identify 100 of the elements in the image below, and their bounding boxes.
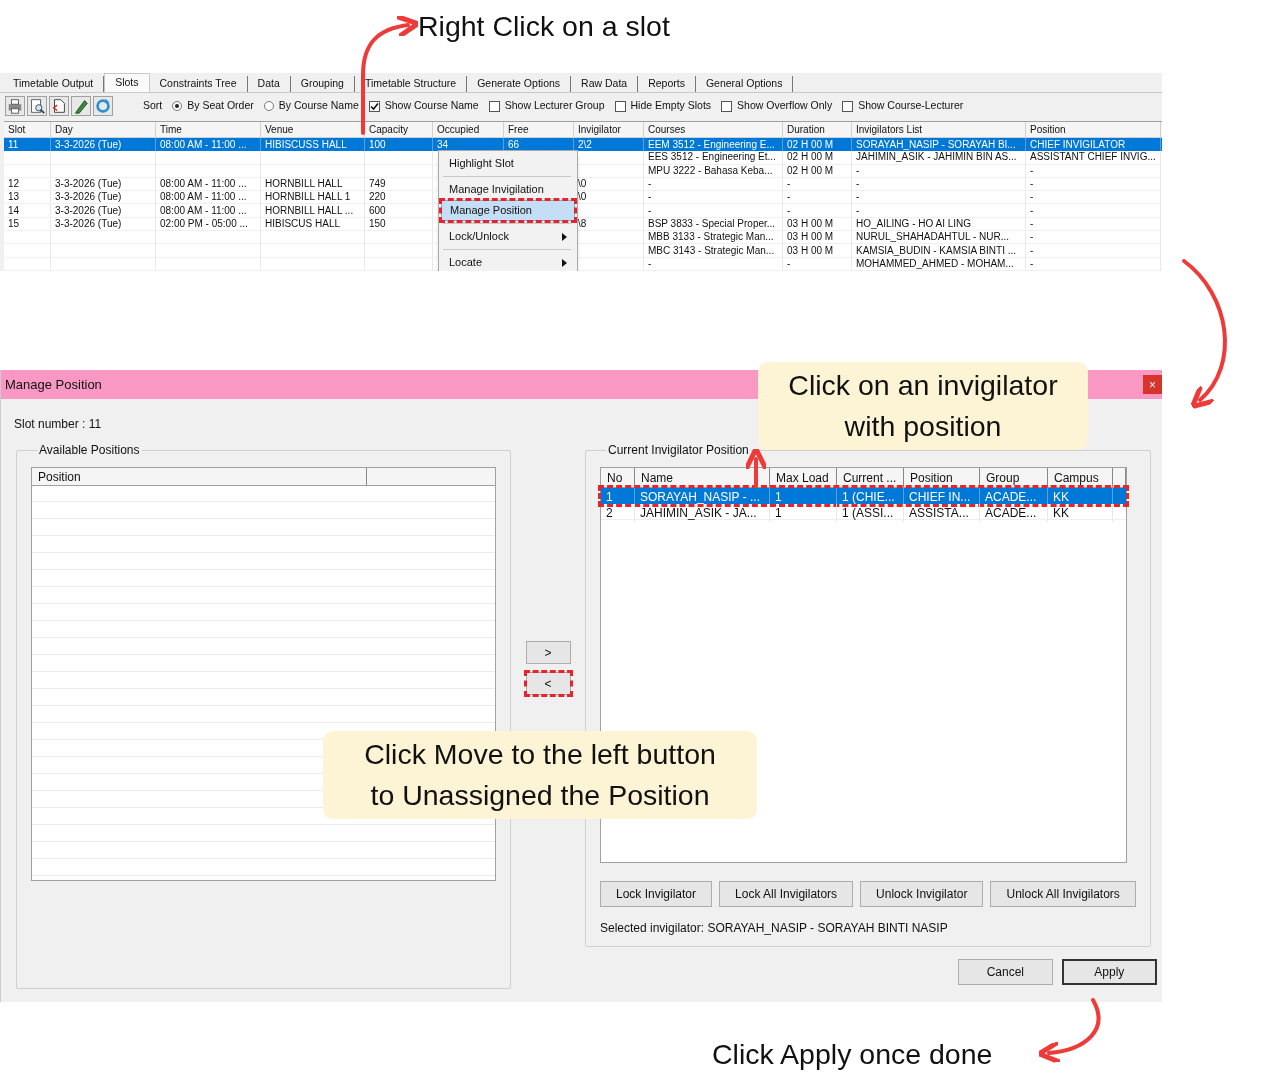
table-cell: HORNBILL HALL 1 [261, 191, 365, 204]
tab[interactable]: Slots [104, 73, 150, 92]
table-cell: KAMSIA_BUDIN - KAMSIA BINTI ... [852, 244, 1026, 257]
table-cell: 3-3-2026 (Tue) [51, 204, 156, 217]
table-cell: 12 [4, 177, 51, 191]
toolbar-button[interactable] [27, 96, 47, 116]
table-cell: CHIEF INVIGILATOR [1026, 138, 1161, 152]
table-cell: 14 [4, 204, 51, 217]
table-cell: ASSISTA... [904, 504, 980, 522]
table-cell: 3-3-2026 (Tue) [51, 177, 156, 191]
selected-invigilator-text: Selected invigilator: SORAYAH_NASIP - SORAYAH BINTI NASIP [600, 920, 949, 937]
tab[interactable]: Reports [638, 76, 696, 92]
radio-option[interactable]: By Seat Order [172, 98, 254, 114]
lock-button[interactable]: Lock All Invigilators [719, 881, 854, 907]
tab[interactable]: Constraints Tree [149, 76, 248, 92]
annotation-text: Click on an invigilator with position [758, 362, 1088, 450]
column-header[interactable]: Time [156, 122, 261, 137]
table-cell: SORAYAH_NASIP - ... [635, 488, 770, 506]
tab[interactable]: Data [247, 76, 291, 92]
table-cell: - [783, 204, 852, 217]
checkmark-icon [369, 101, 379, 111]
checkbox-option[interactable]: Show Course-Lecturer [842, 98, 964, 114]
checkbox-option[interactable]: Show Course Name [368, 98, 479, 114]
toolbar-button[interactable] [49, 96, 69, 116]
table-cell: 15 [4, 217, 51, 231]
table-cell: 3-3-2026 (Tue) [51, 217, 156, 231]
table-cell: EEM 3512 - Engineering E... [644, 138, 783, 152]
menu-item[interactable]: Manage Position [441, 200, 575, 221]
column-header[interactable]: Invigilators List [852, 122, 1026, 137]
column-header[interactable]: Day [51, 122, 156, 137]
column-header[interactable]: Current ... [837, 468, 904, 487]
column-header[interactable]: Venue [261, 122, 365, 137]
toolbar-button[interactable] [5, 96, 25, 116]
table-cell: HIBISCUSS HALL [261, 138, 365, 152]
table-cell: 03 H 00 M [783, 244, 852, 257]
table-cell: CHIEF IN... [904, 488, 980, 506]
move-button[interactable]: < [525, 672, 571, 695]
menu-item[interactable]: Lock/Unlock [441, 226, 575, 247]
close-button[interactable]: × [1143, 375, 1162, 394]
column-header[interactable]: Slot [4, 122, 51, 137]
checkbox-option[interactable]: Show Overflow Only [721, 98, 833, 114]
radio-option[interactable]: By Course Name [263, 98, 359, 114]
tab[interactable]: General Options [695, 76, 794, 92]
checkbox-option[interactable]: Hide Empty Slots [614, 98, 712, 114]
table-cell: - [1026, 204, 1161, 217]
list-row[interactable]: 1 SORAYAH_NASIP - ... 1 1 (CHIE... CHIEF IN... ACADE... KK [601, 488, 1126, 504]
checkbox-option[interactable]: Show Lecturer Group [488, 98, 605, 114]
tab[interactable]: Generate Options [467, 76, 572, 92]
table-cell: MPU 3222 - Bahasa Keba... [644, 164, 783, 177]
column-header[interactable]: Position [904, 468, 980, 487]
column-header[interactable]: Campus [1048, 468, 1113, 487]
lock-button[interactable]: Lock Invigilator [600, 881, 713, 907]
column-header[interactable]: Duration [783, 122, 852, 137]
printer-icon [6, 97, 24, 115]
tab[interactable]: Timetable Structure [354, 76, 468, 92]
table-cell: 02 H 00 M [783, 164, 852, 177]
menu-item[interactable]: Locate [441, 252, 575, 271]
table-cell: 2 [601, 504, 635, 522]
tab[interactable]: Raw Data [571, 76, 639, 92]
sort-label: Sort [143, 98, 163, 114]
table-cell: - [852, 177, 1026, 191]
table-cell: - [783, 177, 852, 191]
menu-item[interactable]: Manage Invigilation [441, 179, 575, 200]
table-cell: 08:00 AM - 11:00 ... [156, 177, 261, 191]
column-header[interactable]: Occupied [433, 122, 504, 137]
table-cell: NURUL_SHAHADAHTUL - NUR... [852, 231, 1026, 244]
column-header[interactable]: No [601, 468, 635, 487]
table-cell: BSP 3833 - Special Proper... [644, 217, 783, 231]
tab[interactable]: Grouping [290, 76, 355, 92]
table-cell: 11 [4, 138, 51, 152]
table-cell: - [1026, 164, 1161, 177]
table-cell: ACADE... [980, 488, 1048, 506]
lock-button[interactable]: Unlock All Invigilators [990, 881, 1136, 907]
annotation-text: Click Apply once done [712, 1038, 993, 1070]
table-cell: JAHIMIN_ASIK - JA... [635, 504, 770, 522]
document-icon [50, 97, 68, 115]
table-cell: ASSISTANT CHIEF INVIG... [1026, 151, 1161, 164]
toolbar-button[interactable] [71, 96, 91, 116]
table-cell: 100 [365, 138, 433, 152]
move-button[interactable]: > [525, 641, 571, 664]
column-header[interactable]: Max Load [770, 468, 837, 487]
table-cell: 03 H 00 M [783, 217, 852, 231]
column-header[interactable]: Capacity [365, 122, 433, 137]
lock-button[interactable]: Unlock Invigilator [860, 881, 984, 907]
slot-number: Slot number : 11 [14, 416, 102, 431]
column-header[interactable]: Name [635, 468, 770, 487]
column-header[interactable]: Free [504, 122, 574, 137]
list-row[interactable]: 2 JAHIMIN_ASIK - JA... 1 1 (ASSI... ASSISTA... ACADE... KK [601, 504, 1126, 520]
table-cell: MOHAMMED_AHMED - MOHAM... [852, 257, 1026, 270]
table-cell: JAHIMIN_ASIK - JAHIMIN BIN AS... [852, 151, 1026, 164]
column-header[interactable]: Invigilator [574, 122, 644, 137]
table-cell: HIBISCUS HALL [261, 217, 365, 231]
column-header[interactable]: Courses [644, 122, 783, 137]
table-cell: SORAYAH_NASIP - SORAYAH BI... [852, 138, 1026, 152]
dialog-button[interactable]: Apply [1061, 959, 1157, 985]
column-header[interactable]: Group [980, 468, 1048, 487]
menu-item[interactable]: Highlight Slot [441, 153, 575, 174]
selected-row[interactable]: 11 3-3-2026 (Tue) 08:00 AM - 11:00 ... HIBISCUSS HALL 100 34 66 2\2 EEM 3512 - Engineering E... 02 H 00 M SORAYAH_NASIP - SORAYAH BI... CHIEF INVIGILATOR [4, 138, 1162, 152]
dialog-button[interactable]: Cancel [957, 959, 1053, 985]
column-header[interactable]: Position [1026, 122, 1161, 137]
